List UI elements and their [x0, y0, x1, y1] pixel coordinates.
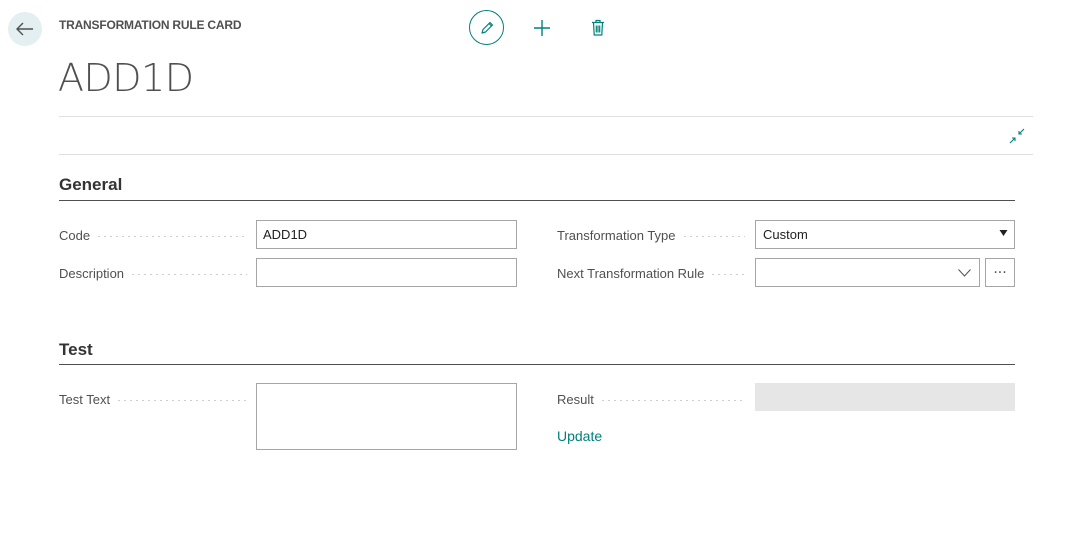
ellipsis-icon: ··· — [993, 264, 1007, 281]
back-button[interactable] — [8, 12, 42, 46]
leader-dots — [599, 399, 745, 401]
collapse-button[interactable] — [1008, 127, 1026, 145]
section-rule-test — [59, 364, 1015, 365]
update-link[interactable]: Update — [557, 428, 602, 444]
pencil-icon — [480, 21, 493, 34]
header-divider-bottom — [59, 154, 1033, 155]
plus-icon — [534, 19, 550, 36]
code-value: ADD1D — [263, 227, 308, 242]
leader-dots — [96, 235, 247, 237]
next-rule-label: Next Transformation Rule — [557, 265, 745, 281]
transformation-type-label: Transformation Type — [557, 227, 745, 243]
next-rule-lookup-button[interactable]: ··· — [985, 258, 1015, 287]
action-toolbar — [469, 10, 613, 45]
chevron-down-icon[interactable] — [958, 269, 971, 277]
trash-icon — [592, 19, 604, 36]
edit-button[interactable] — [469, 10, 504, 45]
section-rule-general — [59, 200, 1015, 201]
leader-dots — [116, 399, 247, 401]
transformation-type-value: Custom — [763, 227, 808, 242]
leader-dots — [681, 235, 745, 237]
section-title-general[interactable]: General — [59, 175, 122, 195]
transformation-type-label-text: Transformation Type — [557, 227, 676, 243]
code-label-text: Code — [59, 227, 91, 243]
delete-button[interactable] — [583, 13, 613, 43]
result-label-text: Result — [557, 391, 594, 407]
code-label: Code — [59, 227, 247, 243]
next-rule-field[interactable] — [755, 258, 980, 287]
dropdown-arrow-icon — [999, 230, 1008, 236]
description-label-text: Description — [59, 265, 125, 281]
new-button[interactable] — [527, 13, 557, 43]
description-field[interactable] — [256, 258, 517, 287]
next-rule-label-text: Next Transformation Rule — [557, 265, 705, 281]
leader-dots — [710, 273, 745, 275]
description-label: Description — [59, 265, 247, 281]
test-text-label: Test Text — [59, 391, 247, 407]
arrow-left-icon — [16, 22, 33, 36]
result-field — [755, 383, 1015, 411]
code-field[interactable]: ADD1D — [256, 220, 517, 249]
header-divider-top — [59, 116, 1033, 117]
result-label: Result — [557, 391, 745, 407]
test-text-area[interactable] — [256, 383, 517, 450]
page-caption: TRANSFORMATION RULE CARD — [59, 18, 242, 32]
page-title: ADD1D — [58, 56, 194, 100]
transformation-type-select[interactable]: Custom — [755, 220, 1015, 249]
test-text-label-text: Test Text — [59, 391, 111, 407]
leader-dots — [130, 273, 247, 275]
collapse-arrows-icon — [1009, 128, 1025, 144]
section-title-test[interactable]: Test — [59, 340, 93, 360]
